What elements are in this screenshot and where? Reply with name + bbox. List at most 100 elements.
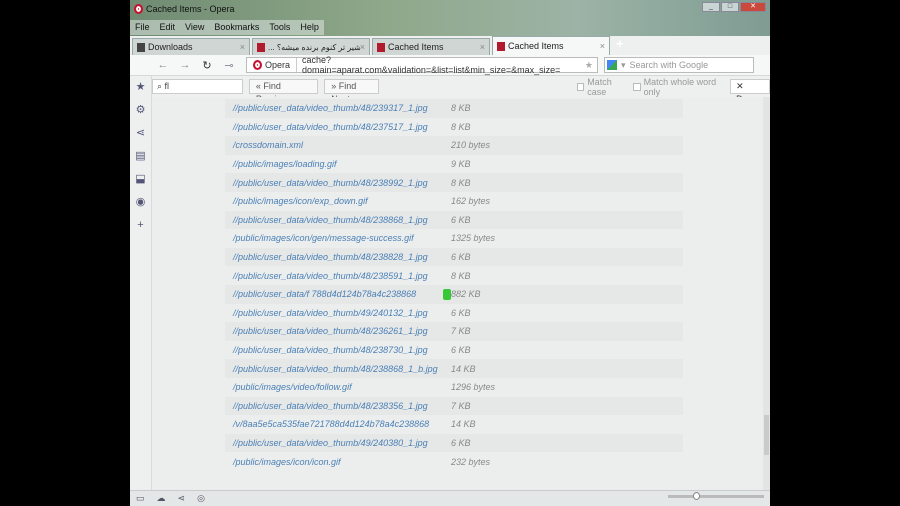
bookmarks-star-icon[interactable]: ★ bbox=[130, 76, 151, 99]
cached-item-row: //public/user_data/video_thumb/48/238992… bbox=[225, 173, 683, 192]
cached-item-link[interactable]: //public/user_data/video_thumb/48/239317… bbox=[225, 103, 451, 113]
history-icon[interactable]: ◉ bbox=[130, 191, 151, 214]
cached-item-size: 8 KB bbox=[451, 121, 471, 132]
cached-item-link[interactable]: //public/user_data/video_thumb/48/238868… bbox=[225, 215, 451, 225]
cached-item-size: 14 KB bbox=[451, 419, 476, 430]
scrollbar-thumb[interactable] bbox=[764, 415, 769, 455]
opera-badge[interactable]: Opera bbox=[247, 58, 298, 72]
unite-icon[interactable]: ☁ bbox=[157, 493, 166, 504]
menu-help[interactable]: Help bbox=[295, 20, 324, 35]
cached-item-link[interactable]: //public/user_data/video_thumb/48/236261… bbox=[225, 326, 451, 336]
forward-icon[interactable]: → bbox=[174, 59, 196, 71]
cached-item-size: 882 KB bbox=[451, 289, 481, 300]
cached-item-row: //public/user_data/video_thumb/48/238591… bbox=[225, 266, 683, 285]
cached-item-size: 1296 bytes bbox=[451, 382, 496, 393]
opera-logo-icon bbox=[134, 4, 143, 14]
find-next-button[interactable]: » Find Next bbox=[324, 79, 379, 104]
notes-icon[interactable]: ▤ bbox=[130, 145, 151, 168]
cached-item-row: //public/user_data/video_thumb/48/236261… bbox=[225, 322, 683, 341]
find-query: fl bbox=[164, 81, 170, 91]
tab-cached-items-active[interactable]: Cached Items × bbox=[492, 36, 610, 55]
address-bar: ← → ↻ ⊸ Opera cache?domain=aparat.com&va… bbox=[130, 55, 770, 76]
cursor-highlight-icon bbox=[443, 288, 451, 300]
minimize-button[interactable]: _ bbox=[702, 2, 720, 12]
cached-item-link[interactable]: //public/user_data/video_thumb/49/240380… bbox=[225, 438, 451, 448]
whole-word-label: Match whole word only bbox=[643, 76, 717, 97]
share-icon[interactable]: ⋖ bbox=[178, 493, 186, 504]
cached-item-link[interactable]: /crossdomain.xml bbox=[225, 140, 451, 150]
cached-item-link[interactable]: //public/user_data/video_thumb/48/238868… bbox=[225, 364, 451, 374]
menu-file[interactable]: File bbox=[130, 20, 155, 35]
turbo-icon[interactable]: ◎ bbox=[197, 493, 205, 504]
find-previous-button[interactable]: « Find Previous bbox=[248, 79, 319, 104]
downloads-icon[interactable]: ⬓ bbox=[130, 168, 151, 191]
tab-aparat[interactable]: ... شیر تر کنوم برنده میشه؟ × bbox=[252, 38, 370, 55]
cached-item-link[interactable]: /public/images/icon/gen/message-success.… bbox=[225, 233, 451, 243]
cached-item-size: 9 KB bbox=[451, 159, 471, 170]
menu-edit[interactable]: Edit bbox=[155, 20, 181, 35]
cached-item-link[interactable]: //public/user_data/video_thumb/48/238591… bbox=[225, 271, 451, 281]
tab-close-icon[interactable]: × bbox=[600, 41, 605, 51]
url-text[interactable]: cache?domain=aparat.com&validation=&list… bbox=[297, 55, 585, 75]
opera-page-icon bbox=[497, 41, 505, 51]
whole-word-checkbox[interactable]: Match whole word only bbox=[633, 77, 724, 97]
menu-view[interactable]: View bbox=[180, 20, 209, 35]
reload-icon[interactable]: ↻ bbox=[196, 59, 218, 72]
status-bar: ▭ ☁ ⋖ ◎ bbox=[130, 490, 770, 506]
cached-item-link[interactable]: //public/user_data/video_thumb/49/240132… bbox=[225, 308, 451, 318]
menu-bookmarks[interactable]: Bookmarks bbox=[209, 20, 264, 35]
match-case-checkbox[interactable]: Match case bbox=[576, 77, 627, 97]
cached-item-link[interactable]: //public/images/icon/exp_down.gif bbox=[225, 196, 451, 206]
cached-item-size: 7 KB bbox=[451, 326, 471, 337]
cached-item-link[interactable]: //public/user_data/video_thumb/48/238992… bbox=[225, 178, 451, 188]
tab-label: Cached Items bbox=[388, 42, 444, 52]
cached-item-link[interactable]: //public/user_data/video_thumb/48/238730… bbox=[225, 345, 451, 355]
tab-close-icon[interactable]: × bbox=[240, 42, 245, 52]
cached-item-link[interactable]: //public/user_data/video_thumb/48/238828… bbox=[225, 252, 451, 262]
search-engine-dropdown-icon[interactable]: ▾ bbox=[621, 60, 626, 71]
tab-downloads[interactable]: Downloads × bbox=[132, 38, 250, 55]
url-field[interactable]: Opera cache?domain=aparat.com&validation… bbox=[246, 55, 598, 75]
find-input[interactable]: ⌕ fl bbox=[152, 79, 243, 94]
zoom-slider[interactable] bbox=[668, 495, 764, 498]
cached-item-size: 8 KB bbox=[451, 103, 471, 114]
cached-item-size: 14 KB bbox=[451, 363, 476, 374]
close-button[interactable]: ✕ bbox=[740, 2, 766, 12]
cached-item-size: 6 KB bbox=[451, 214, 471, 225]
tab-cached-items[interactable]: Cached Items × bbox=[372, 38, 490, 55]
tab-close-icon[interactable]: × bbox=[480, 42, 485, 52]
cached-item-link[interactable]: //public/images/loading.gif bbox=[225, 159, 451, 169]
cached-items-list: //public/user_data/video_thumb/48/239317… bbox=[225, 99, 683, 471]
cached-item-link[interactable]: //public/user_data/video_thumb/48/238356… bbox=[225, 401, 451, 411]
search-field[interactable]: ▾ Search with Google bbox=[604, 57, 754, 73]
cached-item-row: /public/images/icon/gen/message-success.… bbox=[225, 229, 683, 248]
cached-items-page: //public/user_data/video_thumb/48/239317… bbox=[152, 97, 763, 490]
done-button[interactable]: ✕ Done bbox=[730, 79, 770, 104]
cached-item-link[interactable]: /public/images/icon/icon.gif bbox=[225, 457, 451, 467]
cached-item-size: 6 KB bbox=[451, 307, 471, 318]
share-icon[interactable]: ⋖ bbox=[130, 122, 151, 145]
zoom-slider-handle[interactable] bbox=[693, 492, 700, 500]
cached-item-row: //public/user_data/video_thumb/48/238828… bbox=[225, 247, 683, 267]
back-icon[interactable]: ← bbox=[152, 59, 174, 71]
settings-gear-icon[interactable]: ⚙ bbox=[130, 99, 151, 122]
panel-toggle-icon[interactable]: ▭ bbox=[136, 493, 145, 504]
cached-item-row: /public/images/video/follow.gif 1296 byte… bbox=[225, 377, 683, 397]
menu-tools[interactable]: Tools bbox=[264, 20, 295, 35]
opera-badge-label: Opera bbox=[265, 60, 291, 70]
tab-close-icon[interactable]: × bbox=[360, 42, 365, 52]
key-icon[interactable]: ⊸ bbox=[218, 59, 240, 72]
window-title-text: Cached Items - Opera bbox=[146, 4, 235, 14]
new-tab-button[interactable]: + bbox=[616, 36, 624, 55]
bookmark-star-icon[interactable]: ★ bbox=[585, 60, 597, 71]
tab-label: Downloads bbox=[148, 42, 193, 52]
maximize-button[interactable]: □ bbox=[721, 2, 739, 12]
cached-item-link[interactable]: /v/8aa5e5ca535fae721788d4d124b78a4c23886… bbox=[225, 419, 451, 429]
cached-item-link[interactable]: //public/user_data/f 788d4d124b78a4c2388… bbox=[225, 289, 443, 299]
cached-item-link[interactable]: //public/user_data/video_thumb/48/237517… bbox=[225, 122, 451, 132]
downloads-icon bbox=[137, 42, 145, 52]
add-panel-icon[interactable]: + bbox=[130, 214, 151, 237]
cached-item-link[interactable]: /public/images/video/follow.gif bbox=[225, 382, 451, 392]
cached-item-size: 232 bytes bbox=[451, 456, 491, 467]
tab-label: ... شیر تر کنوم برنده میشه؟ bbox=[268, 42, 360, 52]
